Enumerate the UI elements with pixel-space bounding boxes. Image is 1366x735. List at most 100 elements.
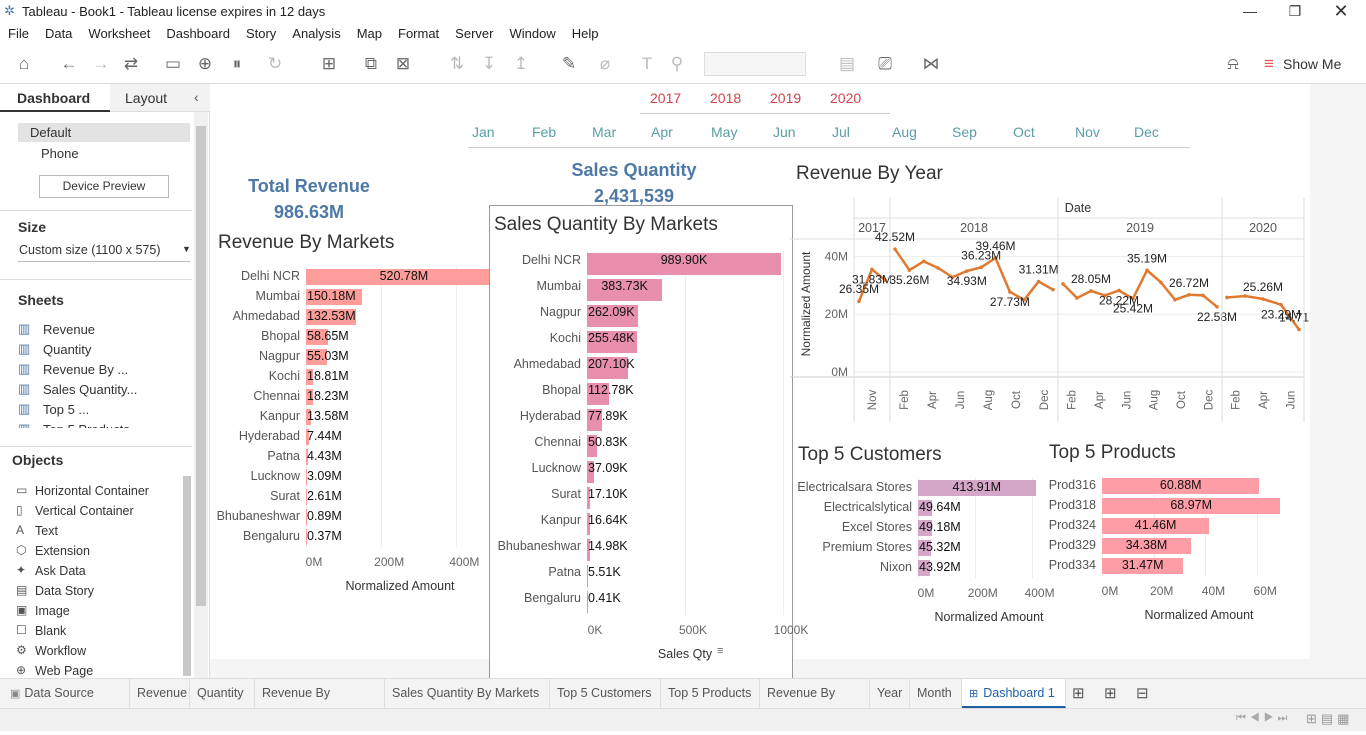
month-filter-item-jul[interactable]: Jul	[832, 124, 850, 140]
objects-scrollbar[interactable]	[183, 476, 191, 676]
year-filter-item-2020[interactable]: 2020	[830, 90, 861, 106]
tab-dashboard[interactable]: Dashboard	[0, 84, 110, 112]
text-label-icon[interactable]: T	[636, 53, 658, 75]
menu-dashboard[interactable]: Dashboard	[158, 24, 238, 41]
refresh-icon[interactable]: ↻	[264, 53, 286, 75]
tab-quantity[interactable]: Quantity	[190, 679, 255, 708]
redo-icon[interactable]: →	[90, 53, 112, 75]
new-story-tab-icon[interactable]: ⊟	[1136, 684, 1149, 702]
month-filter-item-sep[interactable]: Sep	[952, 124, 977, 140]
tab-dashboard-1[interactable]: ⊞ Dashboard 1	[962, 679, 1066, 708]
object-item-web-page[interactable]: ⊕ Web Page	[16, 662, 186, 678]
menu-story[interactable]: Story	[238, 24, 284, 41]
object-item-ask-data[interactable]: ✦ Ask Data	[16, 562, 186, 582]
tab-revenue-by-year[interactable]: Revenue By Year	[760, 679, 870, 728]
tab-top-5-customers[interactable]: Top 5 Customers	[550, 679, 661, 708]
format-painter-icon[interactable]: ⍾	[1222, 53, 1244, 75]
object-item-extension[interactable]: ⬡ Extension	[16, 542, 186, 562]
object-item-workflow[interactable]: ⚙ Workflow	[16, 642, 186, 662]
sort-asc-icon[interactable]: ↧	[478, 53, 500, 75]
pin-icon[interactable]: ⚲	[666, 53, 688, 75]
show-cards-icon[interactable]: ▤	[836, 53, 858, 75]
year-filter-item-2019[interactable]: 2019	[770, 90, 801, 106]
sheet-item-top-5[interactable]: ▥ Top 5 ...	[18, 400, 190, 420]
restore-icon[interactable]: ❐	[1272, 0, 1318, 24]
month-filter-item-feb[interactable]: Feb	[532, 124, 556, 140]
pause-updates-icon[interactable]: ⏸	[226, 53, 248, 75]
menu-window[interactable]: Window	[501, 24, 563, 41]
tab-revenue[interactable]: Revenue	[130, 679, 190, 708]
tooltip-icon[interactable]: ⌀	[594, 53, 616, 75]
fit-dropdown[interactable]	[704, 52, 806, 76]
tab-data-source[interactable]: ▣ Data Source	[0, 679, 130, 708]
undo-icon[interactable]: ←	[58, 53, 80, 75]
share-icon[interactable]: ⋈	[920, 53, 942, 75]
month-filter-item-jan[interactable]: Jan	[472, 124, 495, 140]
sheet-item-sales-quantity[interactable]: ▥ Sales Quantity...	[18, 380, 190, 400]
menu-data[interactable]: Data	[37, 24, 80, 41]
menu-server[interactable]: Server	[447, 24, 501, 41]
sort-desc-icon[interactable]: ↥	[510, 53, 532, 75]
tab-layout[interactable]: Layout ‹	[110, 84, 210, 112]
sheet-item-quantity[interactable]: ▥ Quantity	[18, 340, 190, 360]
replace-data-icon[interactable]: ⇄	[120, 53, 142, 75]
device-default[interactable]: Default	[18, 123, 190, 142]
device-preview-button[interactable]: Device Preview	[39, 175, 169, 198]
month-filter-item-dec[interactable]: Dec	[1134, 124, 1159, 140]
menu-analysis[interactable]: Analysis	[284, 24, 348, 41]
month-filter-item-mar[interactable]: Mar	[592, 124, 616, 140]
navigation-icons[interactable]: ⏮◀▶⏭	[1236, 712, 1291, 725]
clear-icon[interactable]: ⊠	[392, 53, 414, 75]
new-worksheet-icon[interactable]: ⊞	[318, 53, 340, 75]
tab-year[interactable]: Year	[870, 679, 910, 708]
new-worksheet-tab-icon[interactable]: ⊞	[1072, 684, 1085, 702]
month-filter-item-may[interactable]: May	[711, 124, 737, 140]
tab-top-5-products[interactable]: Top 5 Products	[661, 679, 760, 708]
menu-format[interactable]: Format	[390, 24, 447, 41]
year-filter-item-2017[interactable]: 2017	[650, 90, 681, 106]
object-item-text[interactable]: A Text	[16, 522, 186, 542]
menu-worksheet[interactable]: Worksheet	[80, 24, 158, 41]
tab-revenue-by-markets[interactable]: Revenue By Markets	[255, 679, 385, 728]
object-item-horizontal-container[interactable]: ▭ Horizontal Container	[16, 482, 186, 502]
menu-file[interactable]: File	[0, 24, 37, 41]
show-me-button[interactable]: Show Me	[1283, 56, 1341, 72]
size-dropdown[interactable]: Custom size (1100 x 575)	[19, 243, 161, 257]
tab-sales-quantity-by-markets[interactable]: Sales Quantity By Markets	[385, 679, 550, 708]
sheet-item-top-5-products[interactable]: ▥ Top 5 Products	[18, 420, 190, 428]
new-data-source-icon[interactable]: ⊕	[194, 53, 216, 75]
device-phone[interactable]: Phone	[41, 146, 79, 161]
x-tick-label: Apr	[1094, 391, 1106, 409]
month-filter-item-apr[interactable]: Apr	[651, 124, 673, 140]
show-me-icon[interactable]: ≡	[1258, 53, 1280, 75]
swap-icon[interactable]: ⇅	[446, 53, 468, 75]
month-filter-item-jun[interactable]: Jun	[773, 124, 796, 140]
object-item-blank[interactable]: ☐ Blank	[16, 622, 186, 642]
chevron-down-icon[interactable]: ▼	[182, 244, 191, 254]
highlight-icon[interactable]: ✎	[558, 53, 580, 75]
save-icon[interactable]: ▭	[162, 53, 184, 75]
month-filter-item-nov[interactable]: Nov	[1075, 124, 1100, 140]
year-filter-item-2018[interactable]: 2018	[710, 90, 741, 106]
menu-map[interactable]: Map	[349, 24, 390, 41]
sort-icon[interactable]: ≡	[717, 645, 723, 657]
month-filter-item-oct[interactable]: Oct	[1013, 124, 1035, 140]
new-dashboard-tab-icon[interactable]: ⊞	[1104, 684, 1117, 702]
scrollbar-thumb[interactable]	[196, 126, 206, 606]
month-filter-item-aug[interactable]: Aug	[892, 124, 917, 140]
sheet-item-revenue[interactable]: ▥ Revenue	[18, 320, 190, 340]
scrollbar[interactable]	[194, 112, 208, 678]
object-item-image[interactable]: ▣ Image	[16, 602, 186, 622]
sheet-item-revenue-by[interactable]: ▥ Revenue By ...	[18, 360, 190, 380]
home-icon[interactable]: ⌂	[13, 53, 35, 75]
duplicate-icon[interactable]: ⧉	[360, 53, 382, 75]
collapse-icon[interactable]: ‹	[194, 89, 199, 105]
menu-help[interactable]: Help	[564, 24, 607, 41]
object-item-vertical-container[interactable]: ▯ Vertical Container	[16, 502, 186, 522]
minimize-icon[interactable]: —	[1227, 0, 1273, 24]
close-icon[interactable]: ✕	[1318, 0, 1364, 24]
view-mode-icons[interactable]: ⊞▤▦	[1306, 711, 1353, 727]
tab-month[interactable]: Month	[910, 679, 962, 708]
presentation-icon[interactable]: ⎚	[874, 53, 896, 75]
object-item-data-story[interactable]: ▤ Data Story	[16, 582, 186, 602]
